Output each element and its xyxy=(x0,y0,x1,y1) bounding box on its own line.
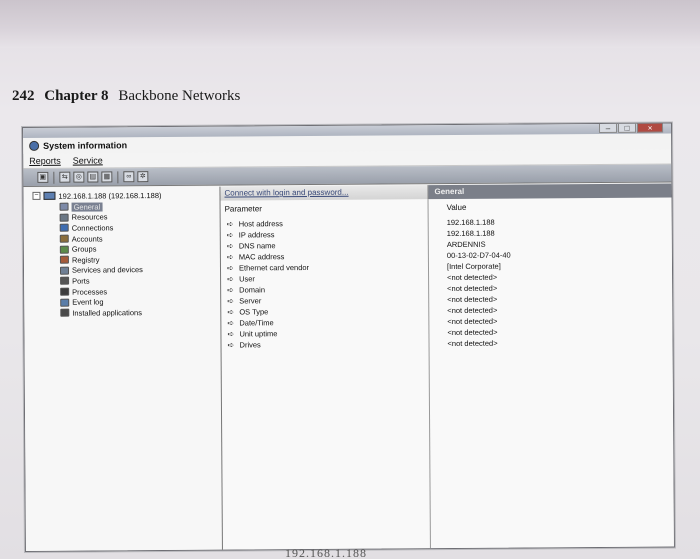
parameter-name: User xyxy=(239,274,255,284)
parameter-header[interactable]: Parameter xyxy=(221,203,428,215)
groups-icon xyxy=(59,245,69,254)
parameter-name: Date/Time xyxy=(239,318,274,328)
tree-item-label: General xyxy=(71,202,103,212)
parameter-column: Parameter ➪ Host address ➪ IP address ➪ DNS n… xyxy=(220,199,431,550)
tree-item-label: Installed applications xyxy=(72,307,142,318)
event-log-icon xyxy=(60,298,70,307)
system-information-window: – □ × System information Reports Service… xyxy=(22,122,675,552)
parameter-arrow-icon: ➪ xyxy=(227,307,235,317)
table-row[interactable]: ➪ Drives xyxy=(221,338,428,350)
toolbar-separator xyxy=(53,171,55,184)
book-heading: 242 Chapter 8 Backbone Networks xyxy=(12,88,240,105)
menu-reports[interactable]: Reports xyxy=(29,156,61,166)
parameter-arrow-icon: ➪ xyxy=(226,219,234,229)
parameter-name: DNS name xyxy=(238,241,276,251)
page-number: 242 xyxy=(12,88,35,104)
tree-item-label: Accounts xyxy=(71,234,103,244)
general-icon xyxy=(59,202,69,212)
parameter-name: Ethernet card vendor xyxy=(238,262,310,273)
window-controls: – □ × xyxy=(598,122,664,133)
tree-item-label: Processes xyxy=(72,286,108,297)
tree-item-label: Services and devices xyxy=(71,265,143,276)
tree-item-installed-applications[interactable]: Installed applications xyxy=(24,307,220,319)
minimize-button[interactable]: – xyxy=(598,122,618,133)
parameter-arrow-icon: ➪ xyxy=(226,230,234,240)
parameter-name: Server xyxy=(239,296,262,306)
cut-off-text: 192.168.1.188 xyxy=(285,546,367,559)
registry-icon xyxy=(59,255,69,265)
computer-icon xyxy=(43,191,56,200)
computer-icon[interactable]: ▣ xyxy=(37,171,49,183)
tree-item-label: Ports xyxy=(72,276,90,286)
parameter-arrow-icon: ➪ xyxy=(226,263,234,273)
maximize-button[interactable]: □ xyxy=(617,122,637,133)
value-column: Value 192.168.1.188 192.168.1.188 ARDENNIS… xyxy=(429,197,674,548)
parameter-arrow-icon: ➪ xyxy=(227,274,234,284)
section-title: Backbone Networks xyxy=(118,88,241,104)
grid-icon[interactable]: ▦ xyxy=(101,171,113,183)
tree-item-label: Connections xyxy=(71,223,114,233)
scan-icon[interactable]: ◎ xyxy=(73,171,85,183)
parameter-name: OS Type xyxy=(239,307,269,317)
parameter-arrow-icon: ➪ xyxy=(226,252,234,262)
tree-item-label: Resources xyxy=(71,212,108,223)
network-icon[interactable]: ⇆ xyxy=(59,171,71,183)
close-button[interactable]: × xyxy=(636,122,664,133)
parameter-value: <not detected> xyxy=(447,338,498,349)
accounts-icon xyxy=(59,234,69,243)
tree-item-label: Registry xyxy=(71,255,100,265)
collapse-icon[interactable]: − xyxy=(32,191,41,200)
parameter-arrow-icon: ➪ xyxy=(227,296,234,306)
parameter-name: Domain xyxy=(239,285,266,295)
menu-service[interactable]: Service xyxy=(73,155,103,165)
content-panes: − 192.168.1.188 (192.168.1.188) General R… xyxy=(23,183,674,551)
connections-icon xyxy=(59,224,69,233)
tree-item-label: Groups xyxy=(71,244,97,254)
parameter-arrow-icon: ➪ xyxy=(227,329,235,339)
services-icon xyxy=(59,266,70,275)
parameter-name: MAC address xyxy=(238,252,285,262)
tree-root-label: 192.168.1.188 (192.168.1.188) xyxy=(58,190,162,201)
info-table: Parameter ➪ Host address ➪ IP address ➪ DNS n… xyxy=(220,197,674,550)
settings-icon[interactable]: ✲ xyxy=(137,171,149,183)
window-title: System information xyxy=(43,140,128,151)
parameter-name: IP address xyxy=(238,230,275,240)
detail-panel: Connect with login and password... Gener… xyxy=(220,183,674,550)
installed-apps-icon xyxy=(60,308,70,317)
ports-icon xyxy=(60,277,70,286)
resources-icon xyxy=(59,213,69,222)
connect-with-login-link[interactable]: Connect with login and password... xyxy=(220,185,429,201)
parameter-arrow-icon: ➪ xyxy=(227,285,234,295)
value-header[interactable]: Value xyxy=(429,201,672,214)
tree-item-label: Event log xyxy=(72,297,104,307)
parameter-arrow-icon: ➪ xyxy=(227,318,235,328)
link-icon[interactable]: ∞ xyxy=(123,171,135,183)
page-top-band xyxy=(0,0,700,48)
parameter-name: Unit uptime xyxy=(239,329,278,339)
parameter-name: Drives xyxy=(239,340,261,350)
chapter-label: Chapter 8 xyxy=(44,88,109,104)
parameter-arrow-icon: ➪ xyxy=(227,340,235,350)
document-icon[interactable]: ▤ xyxy=(87,171,99,183)
navigation-tree: − 192.168.1.188 (192.168.1.188) General R… xyxy=(23,186,223,551)
toolbar-separator xyxy=(117,170,119,183)
parameter-name: Host address xyxy=(238,219,283,229)
system-info-icon xyxy=(29,140,40,151)
parameter-arrow-icon: ➪ xyxy=(226,241,234,251)
processes-icon xyxy=(60,287,70,296)
